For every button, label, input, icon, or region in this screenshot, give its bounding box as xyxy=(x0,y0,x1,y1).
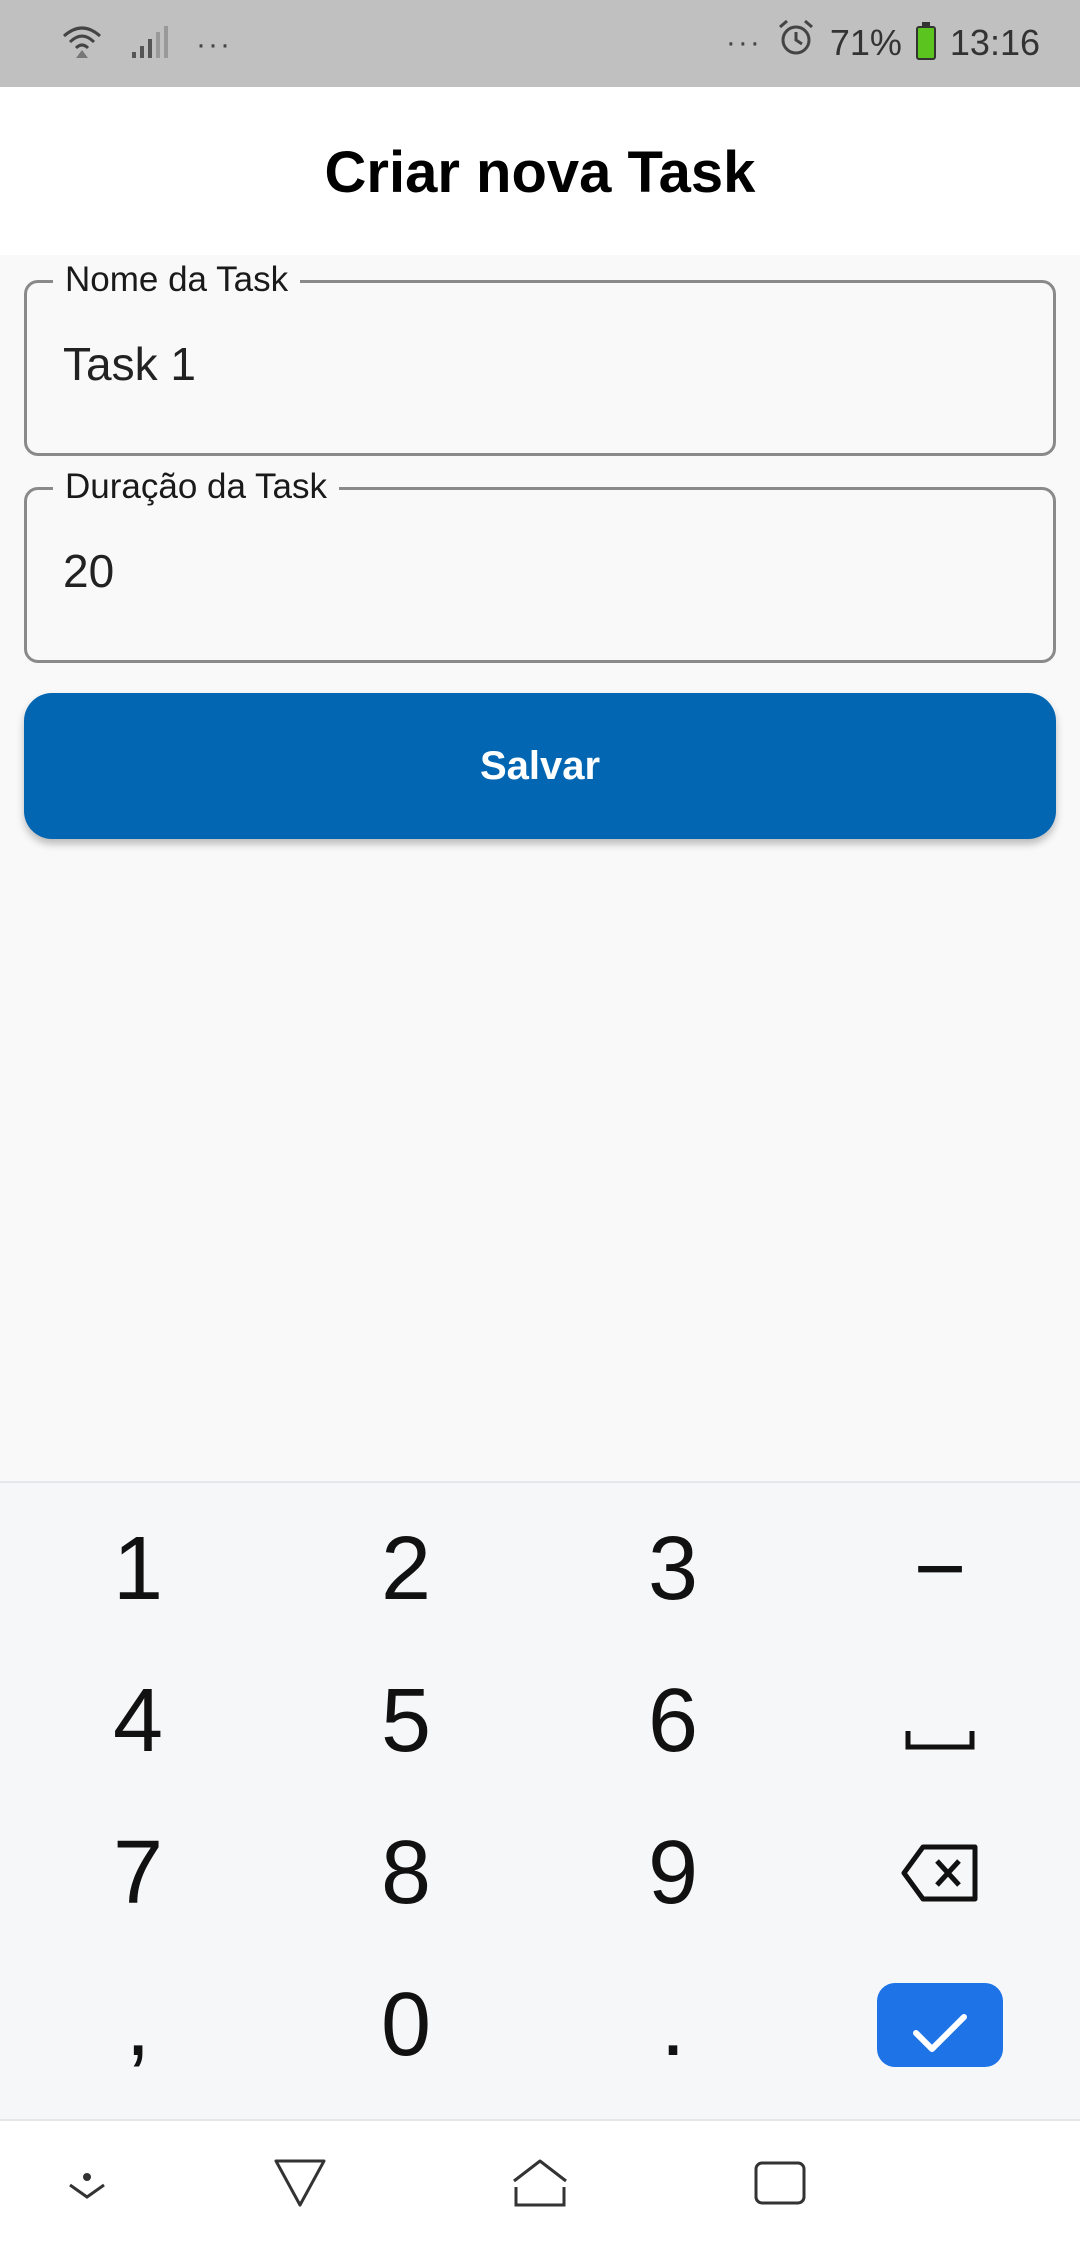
status-more-left: ··· xyxy=(196,27,232,61)
status-more-right: ··· xyxy=(725,25,762,59)
key-2[interactable]: 2 xyxy=(286,1493,526,1645)
numeric-keyboard: 1 2 3 − 4 5 6 7 8 9 , 0 . xyxy=(0,1481,1080,2119)
task-duration-field[interactable]: Duração da Task 20 xyxy=(24,464,1056,663)
app-header: Criar nova Task xyxy=(0,87,1080,255)
wifi-icon xyxy=(60,22,104,67)
signal-icon xyxy=(130,24,170,65)
task-duration-value[interactable]: 20 xyxy=(63,544,114,598)
key-comma[interactable]: , xyxy=(18,1949,258,2101)
save-button[interactable]: Salvar xyxy=(24,693,1056,839)
keyboard-row-2: 4 5 6 xyxy=(0,1645,1080,1797)
recents-icon xyxy=(752,2159,808,2212)
back-button[interactable] xyxy=(265,2153,335,2217)
task-name-value[interactable]: Task 1 xyxy=(63,337,196,391)
hide-keyboard-icon xyxy=(62,2163,112,2208)
key-period[interactable]: . xyxy=(553,1949,793,2101)
page-title: Criar nova Task xyxy=(324,140,756,205)
status-bar-right: ··· 71% 13:16 xyxy=(726,18,1040,67)
battery-percent: 71% xyxy=(829,21,902,63)
recents-button[interactable] xyxy=(745,2153,815,2217)
key-7[interactable]: 7 xyxy=(18,1797,258,1949)
key-5[interactable]: 5 xyxy=(286,1645,526,1797)
back-icon xyxy=(272,2157,328,2214)
task-name-label: Nome da Task xyxy=(53,257,301,303)
status-bar-left: ··· xyxy=(60,22,232,67)
task-duration-label: Duração da Task xyxy=(53,464,340,510)
key-confirm[interactable] xyxy=(820,1949,1060,2101)
key-8[interactable]: 8 xyxy=(286,1797,526,1949)
task-name-field[interactable]: Nome da Task Task 1 xyxy=(24,257,1056,456)
keyboard-row-3: 7 8 9 xyxy=(0,1797,1080,1949)
key-1[interactable]: 1 xyxy=(18,1493,258,1645)
status-bar: ··· ··· 71% 13:16 xyxy=(0,0,1080,87)
key-space[interactable] xyxy=(820,1645,1060,1797)
alarm-icon xyxy=(776,18,816,67)
key-4[interactable]: 4 xyxy=(18,1645,258,1797)
key-minus[interactable]: − xyxy=(820,1493,1060,1645)
status-time: 13:16 xyxy=(949,21,1040,63)
key-0[interactable]: 0 xyxy=(286,1949,526,2101)
key-6[interactable]: 6 xyxy=(553,1645,793,1797)
key-3[interactable]: 3 xyxy=(553,1493,793,1645)
home-icon xyxy=(510,2157,570,2214)
system-nav-bar xyxy=(0,2119,1080,2246)
home-button[interactable] xyxy=(505,2153,575,2217)
keyboard-row-4: , 0 . xyxy=(0,1949,1080,2101)
battery-charging-icon xyxy=(915,21,936,60)
space-icon xyxy=(905,1670,975,1773)
hide-keyboard-button[interactable] xyxy=(52,2153,122,2217)
checkmark-icon xyxy=(911,1974,969,2077)
confirm-button[interactable] xyxy=(877,1983,1003,2067)
keyboard-row-1: 1 2 3 − xyxy=(0,1493,1080,1645)
key-backspace[interactable] xyxy=(820,1797,1060,1949)
backspace-icon xyxy=(901,1822,979,1925)
key-9[interactable]: 9 xyxy=(553,1797,793,1949)
